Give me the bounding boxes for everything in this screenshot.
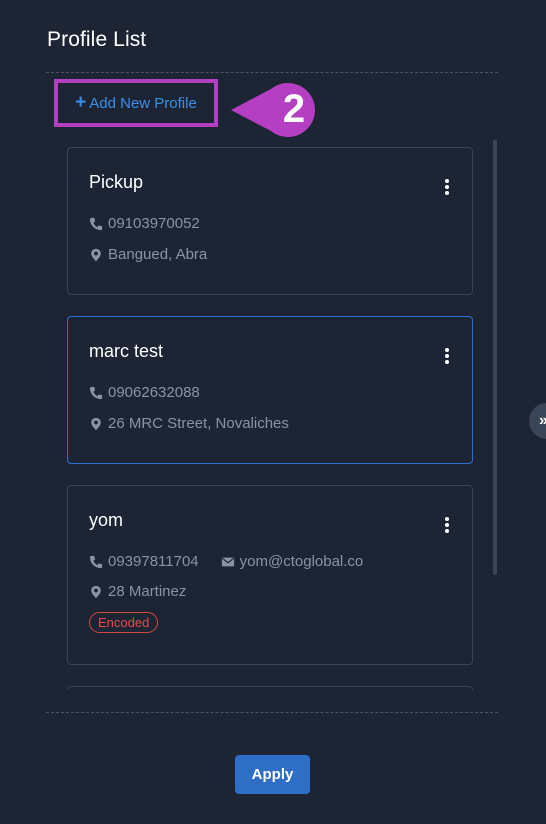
bottom-divider [46,712,498,713]
address: Bangued, Abra [108,246,208,263]
phone-icon [89,555,103,568]
phone-row: 09103970052 [89,215,200,232]
kebab-menu-icon[interactable] [442,517,452,533]
profile-card-selected[interactable]: marc test 09062632088 26 MRC Street, Nov… [67,316,473,464]
side-toggle-button[interactable]: » [529,403,546,439]
callout-number: 2 [282,86,306,131]
contact-row: 09397811704 yom@ctoglobal.co [89,553,363,570]
kebab-menu-icon[interactable] [442,348,452,364]
map-marker-icon [91,417,101,430]
address-row: Bangued, Abra [89,246,207,263]
plus-icon: + [75,91,87,113]
status-badge: Encoded [89,612,159,633]
highlight-box: + Add New Profile [54,79,218,127]
phone-icon [89,386,103,399]
page-title: Profile List [47,28,147,51]
email: yom@ctoglobal.co [239,553,364,570]
address-row: 26 MRC Street, Novaliches [89,415,289,432]
phone-number: 09397811704 [108,553,199,570]
add-new-profile-button[interactable]: + Add New Profile [75,91,197,113]
phone-icon [89,217,103,230]
address-row: 28 Martinez [89,583,186,600]
top-divider [46,72,498,73]
map-marker-icon [91,248,101,261]
phone-row: 09062632088 [89,384,200,401]
phone-number: 09103970052 [108,215,200,232]
address: 28 Martinez [108,583,187,600]
kebab-menu-icon[interactable] [442,179,452,195]
add-new-profile-label: Add New Profile [89,94,197,112]
map-marker-icon [91,585,101,598]
profile-card-partial[interactable] [67,686,473,690]
profile-name: marc test [89,341,164,361]
profile-name: Pickup [89,172,144,192]
profile-list: Pickup 09103970052 Bangued, Abra marc te… [67,147,473,690]
profile-card[interactable]: yom 09397811704 yom@ctoglobal.co 28 Mart… [67,485,473,665]
phone-number: 09062632088 [108,384,200,401]
profile-card[interactable]: Pickup 09103970052 Bangued, Abra [67,147,473,295]
envelope-icon [221,557,234,566]
profile-name: yom [89,510,124,530]
address: 26 MRC Street, Novaliches [108,415,289,432]
apply-button[interactable]: Apply [235,755,310,794]
list-scrollbar[interactable] [493,140,497,575]
